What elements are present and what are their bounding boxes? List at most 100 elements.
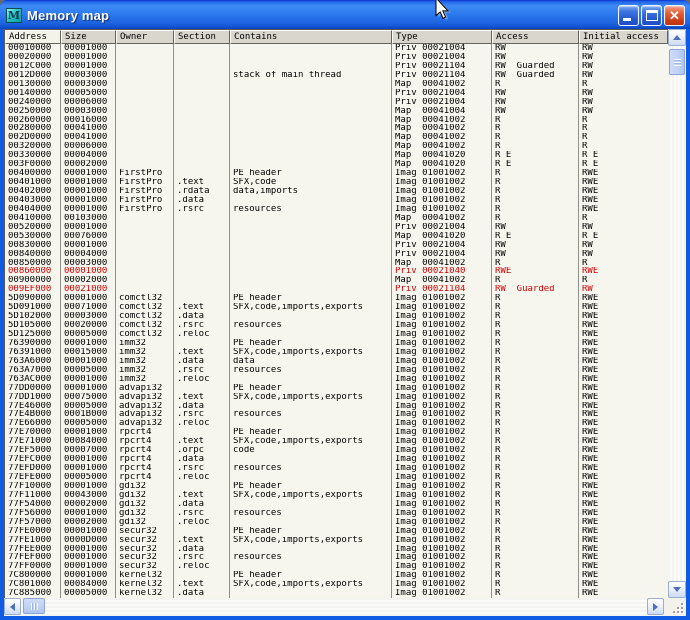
table-row[interactable]: 0085000000003000Map 00041002RR	[5, 259, 668, 268]
table-row[interactable]: 7C80000000001000kernel32PE headerImag 01…	[5, 571, 668, 580]
column-header-size[interactable]: Size	[61, 30, 116, 44]
table-row[interactable]: 0040400000001000FirstPro.rsrcresourcesIm…	[5, 205, 668, 214]
table-row[interactable]: 77FEF00000001000secur32.rsrcresourcesIma…	[5, 553, 668, 562]
table-row[interactable]: 77F1000000001000gdi32PE headerImag 01001…	[5, 482, 668, 491]
table-row[interactable]: 0025000000003000Map 00041004RWRW	[5, 107, 668, 116]
table-row[interactable]: 77EFE00000005000rpcrt4.relocImag 0100100…	[5, 473, 668, 482]
table-row[interactable]: 77F5700000002000gdi32.relocImag 01001002…	[5, 518, 668, 527]
table-row[interactable]: 003F000000002000Map 00041020R ER E	[5, 160, 668, 169]
table-row[interactable]: 0052000000001000Priv 00021004RWRW	[5, 223, 668, 232]
cell-initial: RWE	[579, 518, 668, 527]
table-row[interactable]: 763A600000001000imm32.datadataImag 01001…	[5, 357, 668, 366]
table-row[interactable]: 763A700000005000imm32.rsrcresourcesImag …	[5, 366, 668, 375]
cell-initial: RWE	[579, 348, 668, 357]
table-row[interactable]: 0012D00000003000stack of main threadPriv…	[5, 71, 668, 80]
table-row[interactable]: 5D10500000020000comctl32.rsrcresourcesIm…	[5, 321, 668, 330]
table-row[interactable]: 5D09000000001000comctl32PE headerImag 01…	[5, 294, 668, 303]
table-row[interactable]: 0086000000001000Priv 00021040RWERWE	[5, 267, 668, 276]
table-row[interactable]: 0053000000076000Map 00041020R ER E	[5, 232, 668, 241]
column-header-address[interactable]: Address	[5, 30, 61, 44]
scroll-right-button[interactable]	[647, 598, 664, 615]
table-row[interactable]: 77FEE00000001000secur32.dataImag 0100100…	[5, 545, 668, 554]
vertical-scrollbar[interactable]	[668, 29, 686, 598]
column-header-access[interactable]: Access	[492, 30, 579, 44]
cell-initial: RWE	[579, 562, 668, 571]
memory-map-window: M Memory map ✕ AddressSizeOwnerSectionCo…	[0, 0, 690, 620]
table-row[interactable]: 7C80100000084000kernel32.textSFX,code,im…	[5, 580, 668, 589]
table-row[interactable]: 0041000000103000Map 00041002RR	[5, 214, 668, 223]
vertical-scroll-track[interactable]	[668, 46, 686, 581]
table-row[interactable]: 7639100000015000imm32.textSFX,code,impor…	[5, 348, 668, 357]
cell-contains: PE header	[230, 169, 392, 178]
cell-access: R	[492, 562, 579, 571]
table-row[interactable]: 77E4B0000001B000advapi32.rsrcresourcesIm…	[5, 410, 668, 419]
table-row[interactable]: 77E7100000084000rpcrt4.textSFX,code,impo…	[5, 437, 668, 446]
table-row[interactable]: 77EF500000007000rpcrt4.orpccodeImag 0100…	[5, 446, 668, 455]
table-row[interactable]: 77F5600000001000gdi32.rsrcresourcesImag …	[5, 509, 668, 518]
table-row[interactable]: 77FE10000000D000secur32.textSFX,code,imp…	[5, 536, 668, 545]
table-row[interactable]: 0033000000004000Map 00041020R ER E	[5, 151, 668, 160]
table-row[interactable]: 0084000000004000Priv 00021004RWRW	[5, 250, 668, 259]
table-row[interactable]: 5D09100000071000comctl32.textSFX,code,im…	[5, 303, 668, 312]
table-row[interactable]: 5D12500000005000comctl32.relocImag 01001…	[5, 330, 668, 339]
column-header-initial[interactable]: Initial access	[579, 30, 668, 44]
table-row[interactable]: 0024000000006000Priv 00021004RWRW	[5, 98, 668, 107]
horizontal-scroll-thumb[interactable]	[23, 598, 45, 614]
table-row[interactable]: 77DD100000075000advapi32.textSFX,code,im…	[5, 393, 668, 402]
cell-access: R	[492, 410, 579, 419]
table-row[interactable]: 77E7000000001000rpcrt4PE headerImag 0100…	[5, 428, 668, 437]
table-row[interactable]: 0012C00000001000Priv 00021104RW GuardedR…	[5, 62, 668, 71]
table-row[interactable]: 0040000000001000FirstProPE headerImag 01…	[5, 169, 668, 178]
table-row[interactable]: 77FE000000001000secur32PE headerImag 010…	[5, 527, 668, 536]
table-row[interactable]: 0040100000001000FirstPro.textSFX,codeIma…	[5, 178, 668, 187]
column-header-owner[interactable]: Owner	[116, 30, 174, 44]
table-row[interactable]: 0040300000001000FirstPro.dataImag 010010…	[5, 196, 668, 205]
resize-grip-icon[interactable]	[664, 598, 686, 616]
close-button[interactable]: ✕	[664, 5, 685, 26]
scroll-down-button[interactable]	[668, 581, 686, 598]
cell-contains: SFX,code,imports,exports	[230, 348, 392, 357]
table-row[interactable]: 0001000000001000Priv 00021004RWRW	[5, 44, 668, 53]
horizontal-scrollbar[interactable]	[4, 598, 664, 616]
table-row[interactable]: 0083000000001000Priv 00021004RWRW	[5, 241, 668, 250]
table-row[interactable]: 5D10200000003000comctl32.dataImag 010010…	[5, 312, 668, 321]
table-row[interactable]: 763AC00000001000imm32.relocImag 01001002…	[5, 375, 668, 384]
minimize-button[interactable]	[618, 5, 639, 26]
table-row[interactable]: 77E4600000005000advapi32.dataImag 010010…	[5, 402, 668, 411]
table-row[interactable]: 77EFD00000001000rpcrt4.rsrcresourcesImag…	[5, 464, 668, 473]
column-header-section[interactable]: Section	[174, 30, 230, 44]
cell-owner: gdi32	[116, 500, 174, 509]
horizontal-scroll-track[interactable]	[21, 598, 647, 616]
maximize-button[interactable]	[641, 5, 662, 26]
cell-initial: R	[579, 142, 668, 151]
vertical-scroll-thumb[interactable]	[669, 49, 685, 75]
table-row[interactable]: 77EFC00000001000rpcrt4.dataImag 01001002…	[5, 455, 668, 464]
table-row[interactable]: 0040200000001000FirstPro.rdatadata,impor…	[5, 187, 668, 196]
table-row[interactable]: 0090000000002000Map 00041002RR	[5, 276, 668, 285]
table-row[interactable]: 7639000000001000imm32PE headerImag 01001…	[5, 339, 668, 348]
scroll-left-button[interactable]	[4, 598, 21, 615]
table-row[interactable]: 77E6600000005000advapi32.relocImag 01001…	[5, 419, 668, 428]
table-row[interactable]: 7C88500000005000kernel32.dataImag 010010…	[5, 589, 668, 598]
table-row[interactable]: 0014000000005000Priv 00021004RWRW	[5, 89, 668, 98]
table-row[interactable]: 0002000000001000Priv 00021004RWRW	[5, 53, 668, 62]
table-row[interactable]: 002D000000041000Map 00041002RR	[5, 133, 668, 142]
table-row[interactable]: 0026000000016000Map 00041002RR	[5, 116, 668, 125]
table-row[interactable]: 0013000000003000Map 00041002RR	[5, 80, 668, 89]
title-bar[interactable]: M Memory map ✕	[0, 0, 690, 29]
column-header-type[interactable]: Type	[392, 30, 492, 44]
table-row[interactable]: 0028000000041000Map 00041002RR	[5, 124, 668, 133]
column-header-contains[interactable]: Contains	[230, 30, 392, 44]
cell-size: 00016000	[61, 116, 116, 125]
table-row[interactable]: 77F5400000002000gdi32.dataImag 01001002R…	[5, 500, 668, 509]
scroll-up-button[interactable]	[668, 29, 686, 46]
cell-size: 00001000	[61, 178, 116, 187]
table-row[interactable]: 0032000000006000Map 00041002RR	[5, 142, 668, 151]
cell-size: 00003000	[61, 71, 116, 80]
table-row[interactable]: 77DD000000001000advapi32PE headerImag 01…	[5, 384, 668, 393]
table-row[interactable]: 009EF00000021000Priv 00021104RW GuardedR…	[5, 285, 668, 294]
cell-section	[174, 142, 230, 151]
table-row[interactable]: 77FF000000001000secur32.relocImag 010010…	[5, 562, 668, 571]
table-row[interactable]: 77F1100000043000gdi32.textSFX,code,impor…	[5, 491, 668, 500]
cell-access: R E	[492, 232, 579, 241]
